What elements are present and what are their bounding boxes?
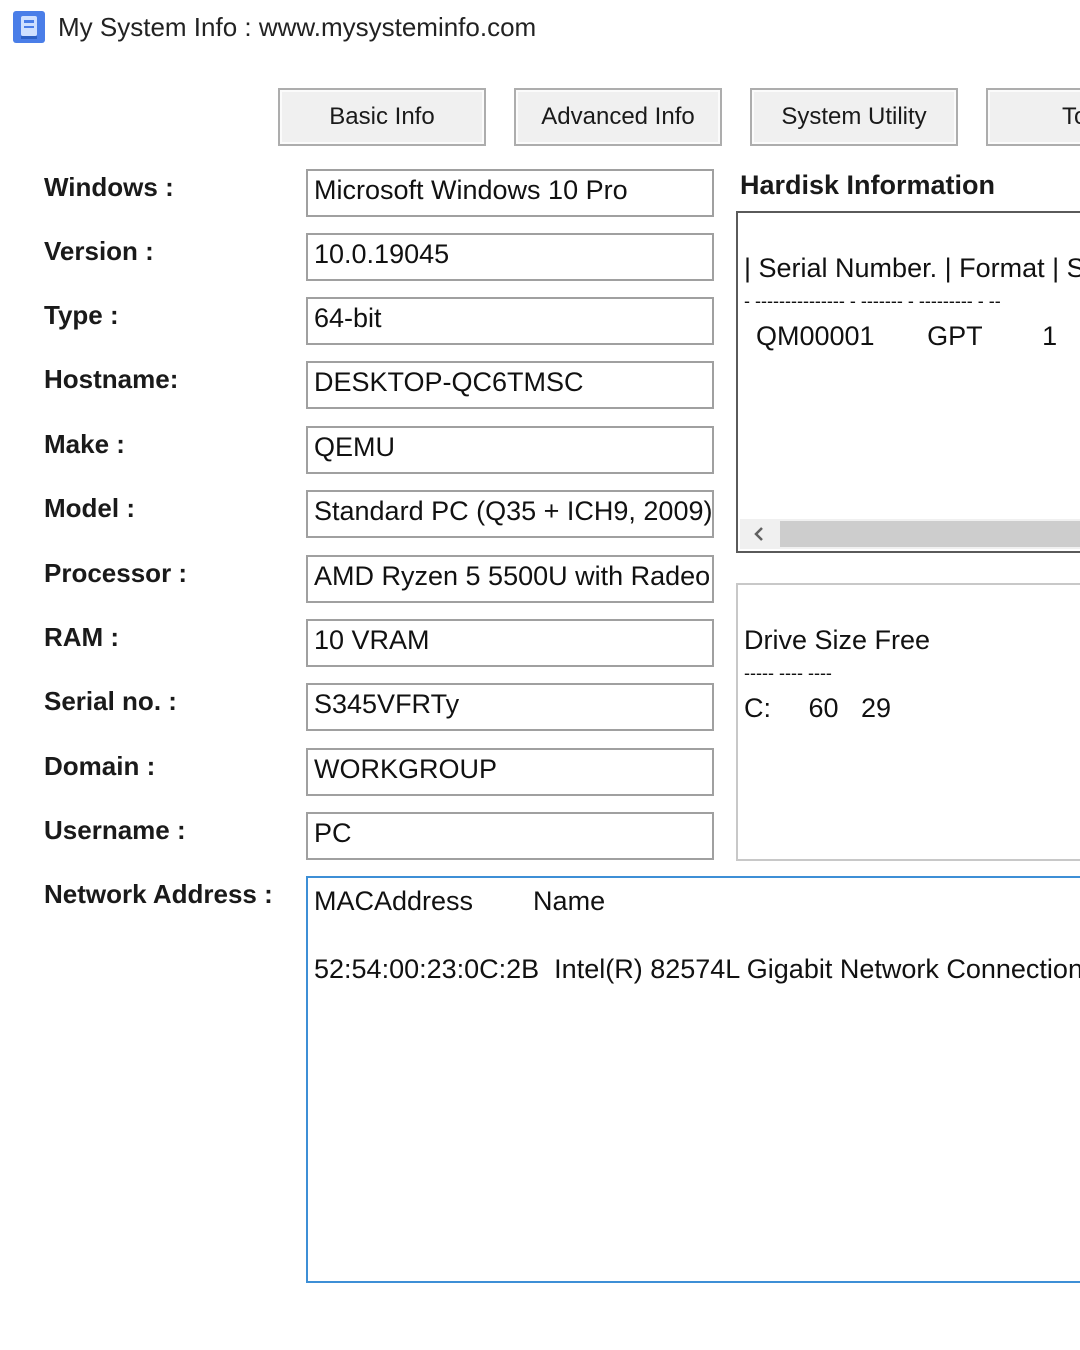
tab-advanced-info[interactable]: Advanced Info xyxy=(514,88,722,146)
drive-separator: ----- ---- ---- xyxy=(744,663,832,683)
harddisk-separator: - --------------- - ------- - --------- … xyxy=(744,291,1001,311)
network-address-box[interactable]: MACAddress Name 52:54:00:23:0C:2B Intel(… xyxy=(306,876,1080,1283)
tab-basic-info[interactable]: Basic Info xyxy=(278,88,486,146)
tab-tools[interactable]: To xyxy=(986,88,1080,146)
username-label: Username : xyxy=(44,815,186,845)
drive-panel[interactable]: Drive Size Free ----- ---- ---- C: 60 29 xyxy=(736,583,1080,861)
type-field[interactable]: 64-bit xyxy=(306,297,714,345)
harddisk-title: Hardisk Information xyxy=(740,170,996,200)
make-field[interactable]: QEMU xyxy=(306,426,714,474)
harddisk-header: | Serial Number. | Format | S xyxy=(744,253,1080,283)
tab-system-utility[interactable]: System Utility xyxy=(750,88,958,146)
drive-header: Drive Size Free xyxy=(744,625,931,655)
type-label: Type : xyxy=(44,300,119,330)
network-row: 52:54:00:23:0C:2B Intel(R) 82574L Gigabi… xyxy=(314,954,1080,984)
username-field[interactable]: PC xyxy=(306,812,714,860)
domain-label: Domain : xyxy=(44,751,156,781)
model-field[interactable]: Standard PC (Q35 + ICH9, 2009) xyxy=(306,490,714,538)
windows-field[interactable]: Microsoft Windows 10 Pro xyxy=(306,169,714,217)
harddisk-row: QM00001 GPT 1 xyxy=(756,321,1058,351)
make-label: Make : xyxy=(44,429,125,459)
processor-field[interactable]: AMD Ryzen 5 5500U with Radeon xyxy=(306,555,714,603)
ram-field[interactable]: 10 VRAM xyxy=(306,619,714,667)
hostname-label: Hostname: xyxy=(44,364,179,394)
ram-label: RAM : xyxy=(44,622,120,652)
harddisk-panel[interactable]: | Serial Number. | Format | S - --------… xyxy=(736,211,1080,553)
title-bar: My System Info : www.mysysteminfo.com xyxy=(0,0,1080,58)
scroll-thumb[interactable] xyxy=(780,521,1080,547)
scroll-left-icon[interactable] xyxy=(740,519,778,549)
windows-label: Windows : xyxy=(44,172,174,202)
serial-label: Serial no. : xyxy=(44,686,177,716)
domain-field[interactable]: WORKGROUP xyxy=(306,748,714,796)
drive-row: C: 60 29 xyxy=(744,693,892,723)
model-label: Model : xyxy=(44,493,135,523)
version-label: Version : xyxy=(44,236,154,266)
network-address-label: Network Address : xyxy=(44,879,273,909)
version-field[interactable]: 10.0.19045 xyxy=(306,233,714,281)
network-header: MACAddress Name xyxy=(314,886,606,916)
hostname-field[interactable]: DESKTOP-QC6TMSC xyxy=(306,361,714,409)
processor-label: Processor : xyxy=(44,558,188,588)
serial-field[interactable]: S345VFRTy xyxy=(306,683,714,731)
app-icon xyxy=(12,10,46,44)
window-title: My System Info : www.mysysteminfo.com xyxy=(58,12,537,42)
horizontal-scrollbar[interactable] xyxy=(740,519,1080,549)
